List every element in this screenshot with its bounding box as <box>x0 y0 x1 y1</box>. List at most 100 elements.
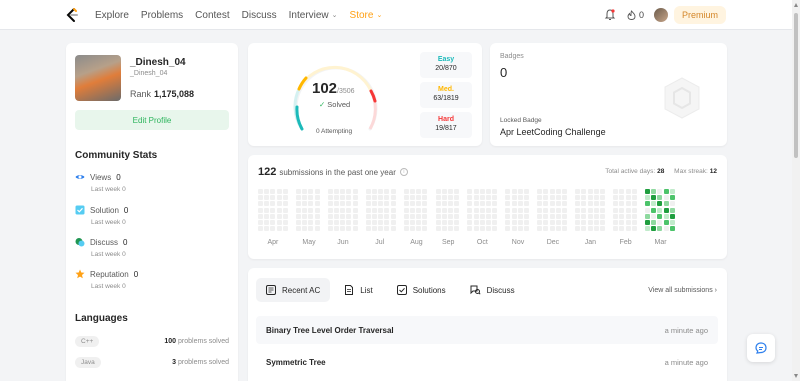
heatmap-day-cell[interactable] <box>511 220 517 225</box>
heatmap-day-cell[interactable] <box>625 213 631 219</box>
heatmap-day-cell[interactable] <box>543 189 549 194</box>
heatmap-day-cell[interactable] <box>651 213 657 219</box>
heatmap-day-cell[interactable] <box>276 207 282 213</box>
heatmap-day-cell[interactable] <box>549 226 555 232</box>
heatmap-day-cell[interactable] <box>619 195 625 201</box>
heatmap-day-cell[interactable] <box>555 213 561 219</box>
nav-discuss[interactable]: Discuss <box>242 10 277 21</box>
heatmap-day-cell[interactable] <box>537 213 543 219</box>
heatmap-day-cell[interactable] <box>575 226 581 232</box>
heatmap-day-cell[interactable] <box>327 213 333 219</box>
heatmap-day-cell[interactable] <box>555 201 561 207</box>
difficulty-medium[interactable]: Med. 63/1819 <box>420 82 472 108</box>
heatmap-day-cell[interactable] <box>467 220 473 225</box>
heatmap-day-cell[interactable] <box>669 226 675 232</box>
scroll-down-arrow[interactable] <box>794 374 798 378</box>
tab-list[interactable]: List <box>334 278 382 302</box>
heatmap-day-cell[interactable] <box>517 189 523 194</box>
heatmap-day-cell[interactable] <box>302 226 308 232</box>
heatmap-day-cell[interactable] <box>403 220 409 225</box>
heatmap-day-cell[interactable] <box>575 189 581 194</box>
heatmap-day-cell[interactable] <box>308 213 314 219</box>
heatmap-day-cell[interactable] <box>340 189 346 194</box>
submission-row[interactable]: Symmetric Tree a minute ago <box>256 348 718 376</box>
heatmap-day-cell[interactable] <box>441 213 447 219</box>
heatmap-day-cell[interactable] <box>486 207 491 213</box>
language-tag[interactable]: C++ <box>75 335 100 347</box>
heatmap-day-cell[interactable] <box>416 207 422 213</box>
heatmap-day-cell[interactable] <box>657 220 663 225</box>
heatmap-day-cell[interactable] <box>258 207 263 213</box>
heatmap-day-cell[interactable] <box>631 220 637 225</box>
heatmap-day-cell[interactable] <box>657 226 663 232</box>
heatmap-day-cell[interactable] <box>663 220 669 225</box>
heatmap-day-cell[interactable] <box>454 220 460 225</box>
heatmap-day-cell[interactable] <box>346 226 352 232</box>
heatmap-day-cell[interactable] <box>581 220 587 225</box>
heatmap-day-cell[interactable] <box>365 195 371 201</box>
heatmap-day-cell[interactable] <box>334 189 339 194</box>
heatmap-day-cell[interactable] <box>276 201 282 207</box>
heatmap-day-cell[interactable] <box>403 213 409 219</box>
heatmap-day-cell[interactable] <box>365 189 371 194</box>
heatmap-day-cell[interactable] <box>384 207 390 213</box>
heatmap-day-cell[interactable] <box>384 189 390 194</box>
heatmap-day-cell[interactable] <box>479 201 485 207</box>
heatmap-day-cell[interactable] <box>327 195 333 201</box>
heatmap-day-cell[interactable] <box>593 213 599 219</box>
heatmap-day-cell[interactable] <box>537 226 543 232</box>
heatmap-day-cell[interactable] <box>651 189 657 194</box>
heatmap-day-cell[interactable] <box>390 189 396 194</box>
heatmap-day-cell[interactable] <box>575 220 581 225</box>
heatmap-day-cell[interactable] <box>473 189 479 194</box>
heatmap-day-cell[interactable] <box>517 213 523 219</box>
heatmap-day-cell[interactable] <box>581 195 587 201</box>
heatmap-day-cell[interactable] <box>549 213 555 219</box>
heatmap-day-cell[interactable] <box>422 226 428 232</box>
nav-contest[interactable]: Contest <box>195 10 229 21</box>
heatmap-day-cell[interactable] <box>454 226 460 232</box>
heatmap-day-cell[interactable] <box>378 220 384 225</box>
heatmap-day-cell[interactable] <box>511 201 517 207</box>
heatmap-day-cell[interactable] <box>473 220 479 225</box>
heatmap-day-cell[interactable] <box>555 226 561 232</box>
heatmap-day-cell[interactable] <box>600 220 605 225</box>
heatmap-day-cell[interactable] <box>334 195 339 201</box>
heatmap-day-cell[interactable] <box>365 207 371 213</box>
heatmap-day-cell[interactable] <box>645 220 650 225</box>
nav-store[interactable]: Store ⌄ <box>350 10 383 21</box>
heatmap-day-cell[interactable] <box>631 195 637 201</box>
heatmap-day-cell[interactable] <box>346 195 352 201</box>
heatmap-day-cell[interactable] <box>296 213 301 219</box>
heatmap-day-cell[interactable] <box>308 226 314 232</box>
heatmap-day-cell[interactable] <box>600 189 605 194</box>
heatmap-day-cell[interactable] <box>258 220 263 225</box>
heatmap-day-cell[interactable] <box>365 220 371 225</box>
heatmap-day-cell[interactable] <box>631 226 637 232</box>
heatmap-day-cell[interactable] <box>479 195 485 201</box>
heatmap-day-cell[interactable] <box>600 213 605 219</box>
heatmap-day-cell[interactable] <box>327 220 333 225</box>
heatmap-day-cell[interactable] <box>657 189 663 194</box>
heatmap-day-cell[interactable] <box>282 207 288 213</box>
heatmap-day-cell[interactable] <box>258 195 263 201</box>
heatmap-day-cell[interactable] <box>549 207 555 213</box>
heatmap-day-cell[interactable] <box>448 201 453 207</box>
heatmap-day-cell[interactable] <box>258 213 263 219</box>
heatmap-day-cell[interactable] <box>308 195 314 201</box>
heatmap-day-cell[interactable] <box>511 207 517 213</box>
heatmap-day-cell[interactable] <box>390 207 396 213</box>
heatmap-day-cell[interactable] <box>410 195 415 201</box>
heatmap-day-cell[interactable] <box>581 213 587 219</box>
heatmap-day-cell[interactable] <box>282 201 288 207</box>
nav-problems[interactable]: Problems <box>141 10 183 21</box>
heatmap-day-cell[interactable] <box>517 207 523 213</box>
heatmap-day-cell[interactable] <box>448 220 453 225</box>
heatmap-day-cell[interactable] <box>384 220 390 225</box>
heatmap-day-cell[interactable] <box>378 189 384 194</box>
heatmap-day-cell[interactable] <box>441 195 447 201</box>
heatmap-day-cell[interactable] <box>346 201 352 207</box>
heatmap-day-cell[interactable] <box>511 195 517 201</box>
heatmap-day-cell[interactable] <box>365 226 371 232</box>
heatmap-day-cell[interactable] <box>631 207 637 213</box>
